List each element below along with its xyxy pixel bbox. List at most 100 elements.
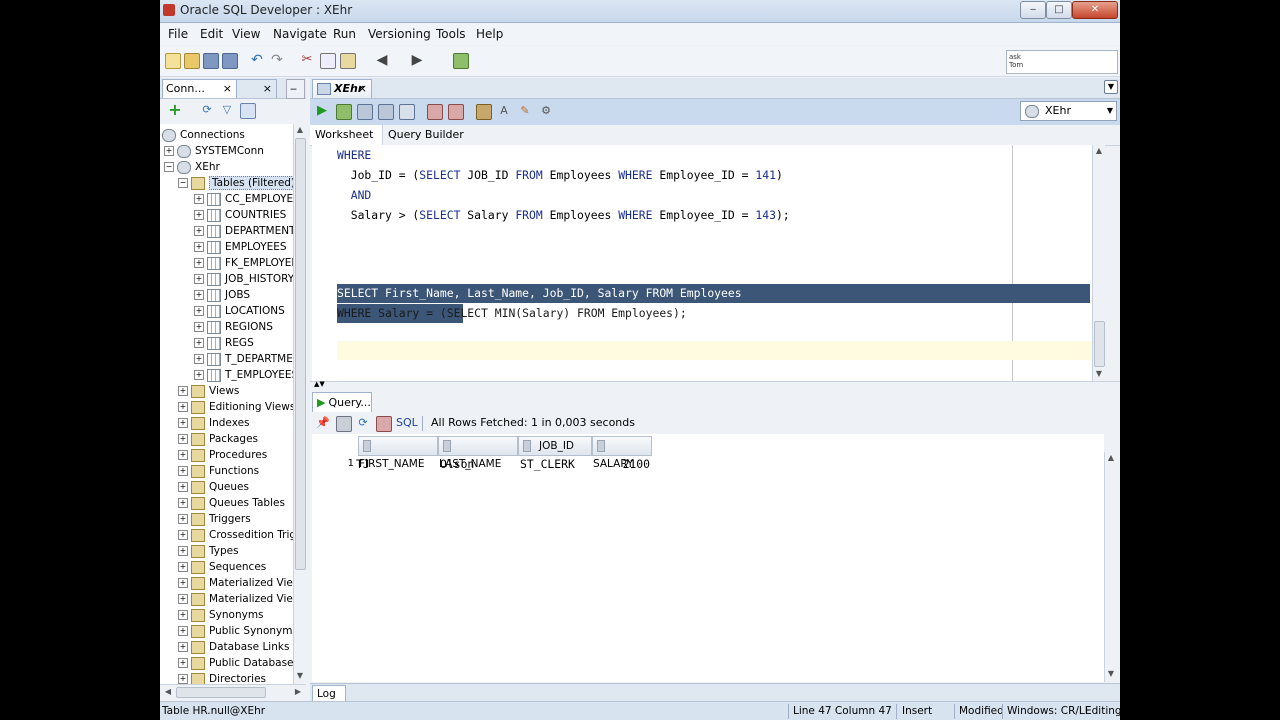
tree-table-item[interactable]: + JOB_HISTORY — [194, 271, 293, 287]
eraser-icon[interactable]: ✎ — [518, 104, 532, 118]
scroll-down-icon[interactable]: ▼ — [1105, 668, 1117, 680]
column-header-last-name[interactable]: LAST_NAME — [438, 436, 518, 470]
expand-icon[interactable]: + — [178, 642, 188, 652]
expand-icon[interactable]: + — [178, 498, 188, 508]
expand-icon[interactable]: + — [194, 258, 204, 268]
splitter-arrows-icon[interactable]: ▲▼ — [314, 380, 325, 388]
tree-connection[interactable]: + SYSTEMConn — [164, 143, 264, 159]
tree-schema-node[interactable]: + Directories — [178, 671, 266, 684]
tree-schema-node[interactable]: + Procedures — [178, 447, 267, 463]
tree-connection[interactable]: − XEhr — [164, 159, 220, 175]
tab-worksheet-xehr[interactable]: XEhr × — [312, 79, 372, 98]
sql-link[interactable]: SQL — [396, 416, 418, 429]
tree-table-item[interactable]: + JOBS — [194, 287, 250, 303]
expand-icon[interactable]: + — [178, 434, 188, 444]
close-tab-icon[interactable]: × — [263, 80, 272, 98]
scroll-up-icon[interactable]: ▲ — [1105, 452, 1117, 464]
cell-job-id[interactable]: ST_CLERK — [520, 456, 575, 472]
menu-edit[interactable]: Edit — [200, 27, 223, 41]
tree-schema-node[interactable]: + Crossedition Triggers — [178, 527, 293, 543]
connection-select[interactable]: XEhr ▼ — [1020, 101, 1117, 121]
cell-salary[interactable]: 2100 — [594, 456, 650, 472]
tree-table-item[interactable]: + EMPLOYEES — [194, 239, 287, 255]
sql-history-icon[interactable] — [476, 104, 492, 120]
menu-run[interactable]: Run — [333, 27, 356, 41]
column-header-job-id[interactable]: JOB_ID — [518, 436, 592, 456]
editor-results-splitter[interactable]: ▲▼ — [310, 380, 1120, 390]
tree-schema-node[interactable]: + Sequences — [178, 559, 266, 575]
print-icon[interactable] — [336, 416, 352, 432]
minimize-panel-icon[interactable]: ‒ — [286, 79, 305, 99]
new-icon[interactable] — [165, 53, 181, 69]
cut-icon[interactable]: ✂ — [300, 53, 314, 67]
undo-icon[interactable]: ↶ — [250, 53, 264, 67]
back-icon[interactable]: ◀ — [375, 53, 389, 67]
expand-icon[interactable]: + — [178, 610, 188, 620]
scroll-thumb[interactable] — [1094, 321, 1105, 367]
autotrace-icon[interactable] — [427, 104, 443, 120]
tree-schema-node[interactable]: + Public Database Links — [178, 655, 293, 671]
tree-scrollbar[interactable]: ▲ ▼ — [293, 124, 307, 684]
schema-browser-icon[interactable] — [240, 103, 256, 119]
results-scrollbar[interactable]: ▲ ▼ — [1104, 452, 1117, 682]
scroll-up-icon[interactable]: ▲ — [1093, 145, 1105, 157]
tree-schema-node[interactable]: + Editioning Views — [178, 399, 293, 415]
tree-schema-node[interactable]: + Indexes — [178, 415, 250, 431]
tuning-icon[interactable]: ⚙ — [539, 104, 553, 118]
copy-icon[interactable] — [320, 53, 336, 69]
close-tab-icon[interactable]: × — [223, 80, 232, 98]
scroll-down-icon[interactable]: ▼ — [294, 670, 306, 682]
tree-table-item[interactable]: + REGIONS — [194, 319, 273, 335]
tree-schema-node[interactable]: + Functions — [178, 463, 259, 479]
expand-icon[interactable]: + — [194, 194, 204, 204]
tree-schema-node[interactable]: + Packages — [178, 431, 258, 447]
expand-icon[interactable]: + — [194, 210, 204, 220]
tree-table-item[interactable]: + LOCATIONS — [194, 303, 285, 319]
tree-hscrollbar[interactable]: ◀ ▶ — [160, 684, 306, 699]
sql-monitor-icon[interactable] — [453, 53, 469, 69]
cell-last-name[interactable]: Olson — [440, 456, 474, 472]
tab-list-icon[interactable]: ▼ — [1104, 80, 1118, 94]
open-icon[interactable] — [184, 53, 200, 69]
paste-icon[interactable] — [340, 53, 356, 69]
expand-icon[interactable]: + — [178, 402, 188, 412]
row-number[interactable]: 1 — [342, 456, 354, 472]
expand-icon[interactable]: + — [178, 674, 188, 684]
tree-schema-node[interactable]: + Synonyms — [178, 607, 264, 623]
expand-icon[interactable]: + — [194, 226, 204, 236]
expand-icon[interactable]: + — [178, 578, 188, 588]
tree-schema-node[interactable]: + Triggers — [178, 511, 251, 527]
tree-schema-node[interactable]: + Materialized Views — [178, 575, 293, 591]
expand-icon[interactable]: + — [178, 466, 188, 476]
menu-view[interactable]: View — [232, 27, 260, 41]
tab-connections[interactable]: Conn... × — [162, 79, 237, 98]
tab-query-builder[interactable]: Query Builder — [388, 128, 464, 141]
expand-icon[interactable]: + — [178, 658, 188, 668]
expand-icon[interactable]: + — [194, 322, 204, 332]
expand-icon[interactable]: + — [178, 386, 188, 396]
editor-scrollbar[interactable]: ▲ ▼ — [1092, 145, 1105, 381]
add-connection-icon[interactable]: + — [168, 102, 182, 118]
expand-icon[interactable]: + — [164, 146, 174, 156]
tree-table-item[interactable]: + T_DEPARTMENTS — [194, 351, 293, 367]
save-all-icon[interactable] — [222, 53, 238, 69]
tree-table-item[interactable]: + COUNTRIES — [194, 207, 286, 223]
tab-worksheet[interactable]: Worksheet — [310, 125, 383, 145]
menu-help[interactable]: Help — [476, 27, 503, 41]
filter-icon[interactable]: ▽ — [220, 103, 234, 117]
tree-schema-node[interactable]: + Queues Tables — [178, 495, 285, 511]
expand-icon[interactable]: + — [178, 530, 188, 540]
hscroll-thumb[interactable] — [176, 687, 266, 698]
expand-icon[interactable]: + — [194, 354, 204, 364]
tree-root[interactable]: Connections — [162, 127, 245, 143]
format-icon[interactable]: A — [497, 104, 511, 118]
tab-query-result[interactable]: ▶ Query... — [312, 392, 372, 413]
menu-navigate[interactable]: Navigate — [273, 27, 327, 41]
save-icon[interactable] — [203, 53, 219, 69]
tree-table-item[interactable]: + CC_EMPLOYEES — [194, 191, 293, 207]
tree-schema-node[interactable]: + Types — [178, 543, 239, 559]
search-field[interactable]: ask Tom — [1006, 50, 1118, 74]
tree-table-item[interactable]: + DEPARTMENTS — [194, 223, 293, 239]
run-script-icon[interactable] — [336, 104, 352, 120]
tree-schema-node[interactable]: + Public Synonyms — [178, 623, 293, 639]
